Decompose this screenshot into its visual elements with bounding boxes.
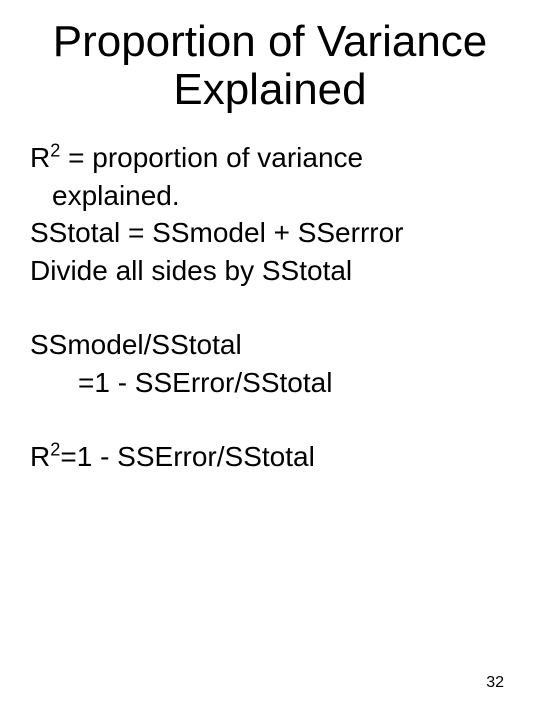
title-line-2: Explained (173, 65, 366, 114)
slide: Proportion of Variance Explained R2 = pr… (0, 0, 540, 720)
divide-instruction: Divide all sides by SStotal (30, 252, 510, 290)
ratio-line-1: SSmodel/SStotal (30, 326, 510, 364)
page-number: 32 (486, 674, 504, 692)
spacer-2 (30, 402, 510, 438)
title-line-1: Proportion of Variance (53, 17, 488, 66)
sstotal-equation: SStotal = SSmodel + SSerrror (30, 214, 510, 252)
r-symbol-final: R (30, 441, 50, 472)
definition-line-2: explained. (30, 177, 510, 215)
ratio-line-2: =1 - SSError/SStotal (30, 364, 510, 402)
r-exponent-final: 2 (50, 439, 60, 459)
spacer-1 (30, 290, 510, 326)
definition-line-1: R2 = proportion of variance (30, 139, 510, 177)
slide-title: Proportion of Variance Explained (30, 18, 510, 115)
r-exponent: 2 (50, 140, 60, 160)
r-symbol: R (30, 142, 50, 173)
definition-text: = proportion of variance (60, 142, 363, 173)
final-equation-text: =1 - SSError/SStotal (60, 441, 314, 472)
slide-body: R2 = proportion of variance explained. S… (30, 139, 510, 476)
final-equation: R2=1 - SSError/SStotal (30, 438, 510, 476)
